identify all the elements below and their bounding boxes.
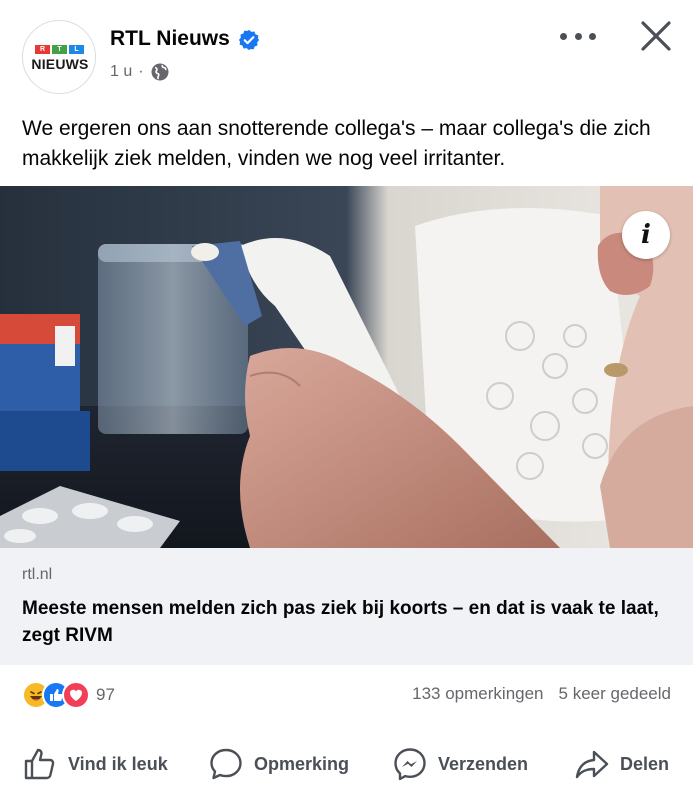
reactions-summary[interactable]: 97: [22, 680, 115, 710]
comment-button[interactable]: Opmerking: [208, 738, 349, 790]
post-header: R T L NIEUWS RTL Nieuws 1 u ·: [0, 0, 693, 100]
messenger-icon: [394, 748, 426, 781]
globe-icon: [151, 63, 169, 81]
avatar[interactable]: R T L NIEUWS: [22, 20, 96, 94]
article-image[interactable]: [0, 186, 693, 548]
post-meta: 1 u ·: [110, 62, 170, 82]
reaction-count: 97: [96, 685, 115, 704]
logo-letter-l: L: [69, 45, 84, 54]
logo-letter-r: R: [35, 45, 50, 54]
comment-label: Opmerking: [254, 753, 350, 774]
engagement-stats: 133 opmerkingen 5 keer gedeeld: [412, 684, 671, 704]
action-bar: Vind ik leuk Opmerking Verzenden Delen: [0, 738, 693, 790]
comments-count[interactable]: 133 opmerkingen: [412, 684, 543, 704]
logo-text: NIEUWS: [31, 56, 89, 72]
reaction-icons: [22, 681, 90, 709]
comment-icon: [210, 748, 242, 780]
link-headline[interactable]: Meeste mensen melden zich pas ziek bij k…: [22, 595, 672, 649]
share-icon: [575, 750, 609, 779]
logo-letter-t: T: [52, 45, 67, 54]
send-button[interactable]: Verzenden: [392, 738, 528, 790]
share-button[interactable]: Delen: [574, 738, 669, 790]
like-button[interactable]: Vind ik leuk: [22, 738, 168, 790]
close-icon[interactable]: [638, 18, 674, 54]
thumbs-up-icon: [24, 748, 55, 780]
page-name[interactable]: RTL Nieuws: [110, 27, 230, 51]
info-button[interactable]: i: [622, 211, 670, 259]
send-label: Verzenden: [438, 753, 529, 774]
post-text: We ergeren ons aan snotterende collega's…: [22, 117, 651, 170]
shares-count[interactable]: 5 keer gedeeld: [559, 684, 671, 704]
love-icon: [62, 681, 90, 709]
link-domain: rtl.nl: [22, 566, 53, 583]
more-options-icon[interactable]: [560, 26, 596, 46]
meta-separator: ·: [138, 63, 144, 80]
like-label: Vind ik leuk: [68, 753, 168, 774]
verified-badge-icon: [238, 29, 260, 51]
post-time[interactable]: 1 u: [110, 63, 132, 81]
share-label: Delen: [620, 753, 670, 774]
rtl-logo-bars: R T L: [35, 45, 84, 54]
